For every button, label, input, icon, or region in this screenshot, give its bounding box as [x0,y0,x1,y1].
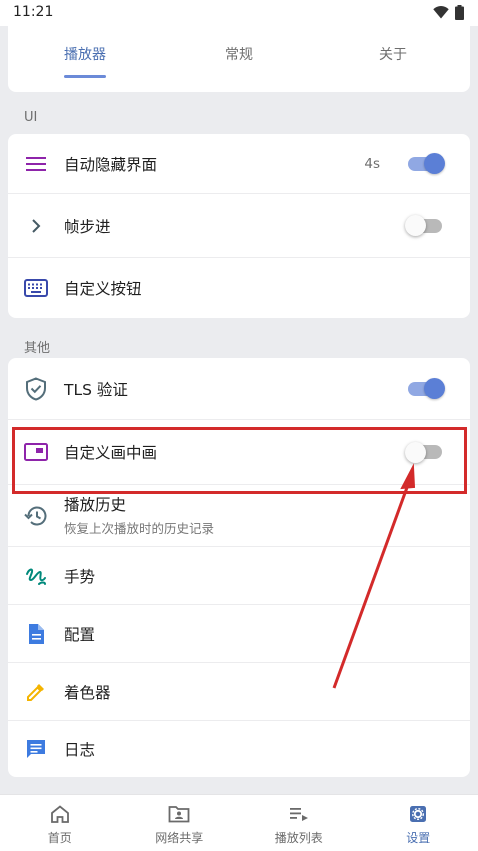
setting-shaders[interactable]: 着色器 [8,663,470,721]
shared-folder-icon [168,804,190,824]
tab-about-label: 关于 [379,47,407,63]
bottom-nav: 首页 网络共享 播放列表 设置 [0,794,478,851]
setting-label: 配置 [64,625,96,644]
setting-value: 4s [364,155,380,172]
nav-home-label: 首页 [47,831,72,845]
auto-hide-toggle[interactable] [408,153,445,174]
ui-settings-card: 自动隐藏界面 4s 帧步进 自定义按钮 [8,134,470,318]
setting-auto-hide-ui[interactable]: 自动隐藏界面 4s [8,134,470,194]
tab-about[interactable]: 关于 [316,26,470,82]
setting-label: 日志 [64,741,96,759]
setting-label: 播放历史 [64,496,127,514]
status-bar: 11:21 [0,0,478,26]
toggle-knob [424,378,445,399]
nav-settings[interactable]: 设置 [359,795,478,851]
annotation-highlight-box [12,427,467,494]
tab-bar: 播放器 常规 关于 [8,26,470,82]
tab-general[interactable]: 常规 [162,26,316,82]
frame-step-toggle[interactable] [405,215,442,236]
wifi-icon [433,6,449,19]
battery-icon [455,5,464,20]
nav-playlist-label: 播放列表 [274,831,323,845]
history-icon [23,503,49,529]
other-settings-card: TLS 验证 自定义画中画 播放历史 恢复上次播放时的历史记录 手势 配置 着色… [8,358,470,777]
settings-icon [409,804,427,824]
status-icons [433,5,464,20]
status-time: 11:21 [13,4,54,20]
eyedropper-icon [23,679,49,705]
setting-logs[interactable]: 日志 [8,721,470,777]
setting-subtitle: 恢复上次播放时的历史记录 [64,521,215,536]
nav-network-share-label: 网络共享 [155,831,204,845]
setting-label: TLS 验证 [64,380,128,399]
setting-play-history[interactable]: 播放历史 恢复上次播放时的历史记录 [8,485,470,547]
nav-network-share[interactable]: 网络共享 [120,795,240,851]
menu-icon [23,151,49,177]
tab-general-label: 常规 [225,47,253,63]
nav-settings-label: 设置 [406,831,431,845]
toggle-knob [405,215,426,236]
tab-player-label: 播放器 [64,47,106,63]
tab-bar-card: 播放器 常规 关于 [8,26,470,92]
message-icon [23,736,49,762]
setting-frame-step[interactable]: 帧步进 [8,194,470,258]
tab-player[interactable]: 播放器 [8,26,162,82]
document-icon [23,621,49,647]
shield-check-icon [23,376,49,402]
section-title-other: 其他 [24,341,51,356]
setting-label: 着色器 [64,683,111,702]
playlist-icon [289,804,309,824]
setting-config[interactable]: 配置 [8,605,470,663]
gesture-icon [23,563,49,589]
setting-label: 帧步进 [64,217,111,236]
section-title-ui: UI [24,110,38,125]
setting-gestures[interactable]: 手势 [8,547,470,605]
tab-active-indicator [64,75,106,78]
toggle-knob [424,153,445,174]
home-icon [50,804,70,824]
setting-label: 自动隐藏界面 [64,155,158,174]
setting-label: 手势 [64,567,96,586]
setting-custom-buttons[interactable]: 自定义按钮 [8,258,470,318]
keyboard-icon [23,275,49,301]
tls-verify-toggle[interactable] [408,378,445,399]
nav-playlist[interactable]: 播放列表 [239,795,359,851]
setting-tls-verify[interactable]: TLS 验证 [8,358,470,420]
chevron-right-icon [23,213,49,239]
nav-home[interactable]: 首页 [0,795,120,851]
setting-label: 自定义按钮 [64,280,142,298]
